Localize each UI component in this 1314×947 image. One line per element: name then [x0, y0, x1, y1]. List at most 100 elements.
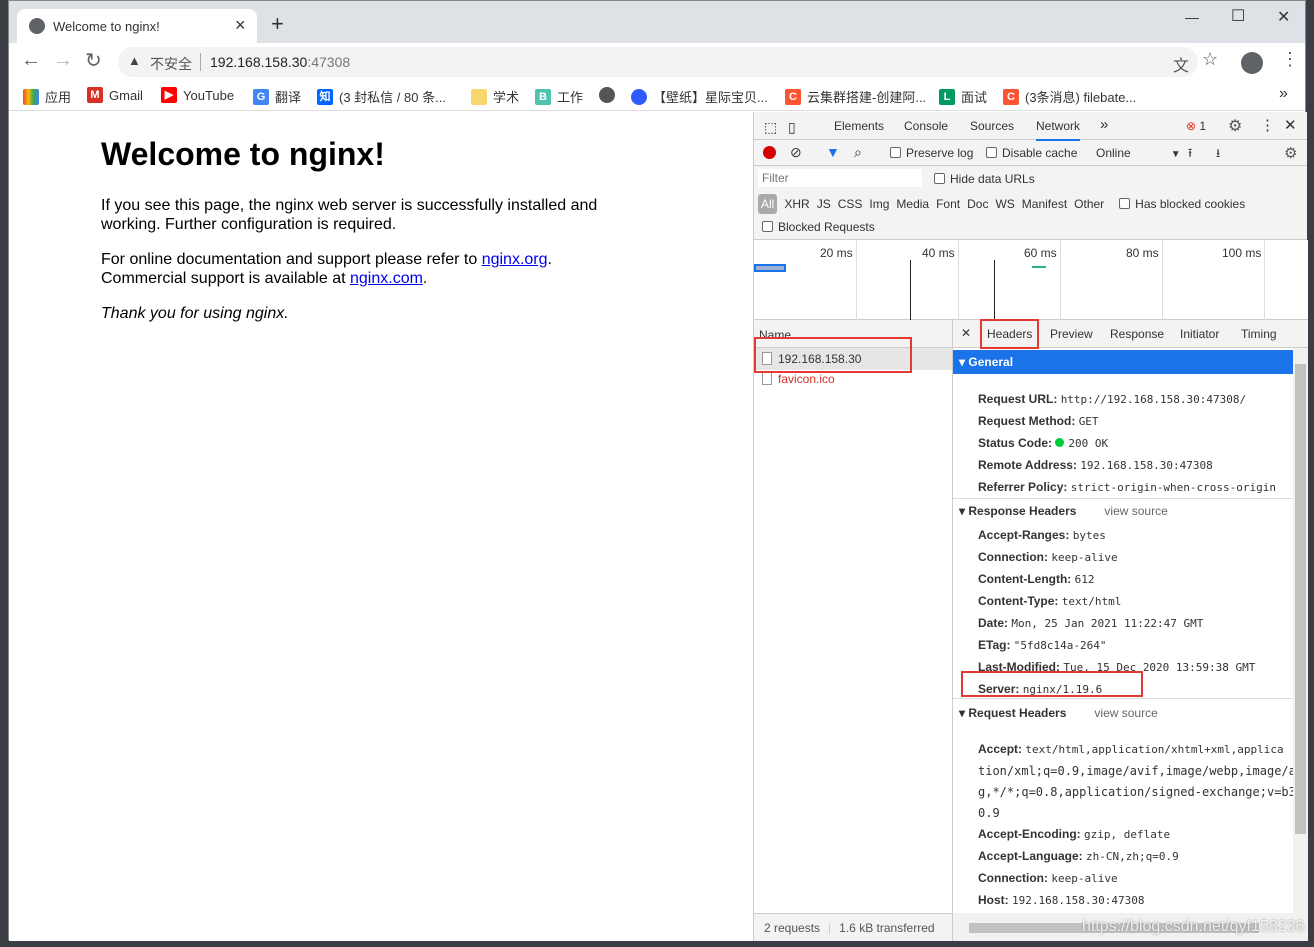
bookmark[interactable]: B 工作 [535, 87, 583, 106]
close-window-button[interactable]: ✕ [1277, 7, 1290, 27]
bookmark[interactable] [599, 87, 615, 103]
csdn-icon: C [1003, 88, 1019, 105]
view-source-link[interactable]: view source [1094, 706, 1157, 720]
network-settings-icon[interactable]: ⚙ [1284, 144, 1297, 162]
request-bar [1032, 266, 1046, 268]
type-media[interactable]: Media [896, 197, 929, 211]
bookmark[interactable]: 知 (3 封私信 / 80 条... [317, 87, 446, 106]
tab-response[interactable]: Response [1110, 327, 1164, 341]
reload-icon[interactable]: ↻ [85, 48, 102, 73]
bookmark[interactable]: 应用 [23, 87, 71, 106]
tab-timing[interactable]: Timing [1241, 327, 1277, 341]
hide-data-urls-checkbox[interactable]: Hide data URLs [934, 172, 1035, 186]
header-row: Accept-Encoding: gzip, deflate [978, 827, 1171, 841]
new-tab-button[interactable]: + [271, 11, 284, 37]
highlight-box [980, 319, 1039, 349]
nginx-com-link[interactable]: nginx.com [350, 270, 423, 287]
paragraph: If you see this page, the nginx web serv… [101, 197, 598, 233]
settings-icon[interactable]: ⚙ [1228, 116, 1242, 136]
tab-preview[interactable]: Preview [1050, 327, 1093, 341]
nginx-org-link[interactable]: nginx.org [482, 251, 548, 268]
type-manifest[interactable]: Manifest [1022, 197, 1067, 211]
bookmark[interactable]: G 翻译 [253, 87, 301, 106]
type-doc[interactable]: Doc [967, 197, 988, 211]
import-icon[interactable]: ⭱ [1188, 144, 1192, 165]
device-icon[interactable]: ▯ [788, 119, 796, 136]
tick-label: 60 ms [1024, 246, 1057, 260]
more-bookmarks-button[interactable]: » [1279, 85, 1288, 103]
bookmark[interactable]: L 面试 [939, 87, 987, 106]
header-row: Content-Length: 612 [978, 572, 1095, 586]
header-row: Date: Mon, 25 Jan 2021 11:22:47 GMT [978, 616, 1204, 630]
menu-icon[interactable]: ⋮ [1281, 49, 1299, 70]
address-bar[interactable]: ▲ 不安全 192.168.158.30:47308 文 [118, 47, 1198, 77]
bookmark[interactable]: M Gmail [87, 87, 143, 103]
header-row: Accept-Ranges: bytes [978, 528, 1106, 542]
bookmark[interactable]: ▶ YouTube [161, 87, 234, 103]
close-detail-icon[interactable]: ✕ [961, 326, 971, 340]
tab-sources[interactable]: Sources [970, 119, 1014, 133]
profile-avatar[interactable] [1241, 52, 1263, 74]
type-img[interactable]: Img [869, 197, 889, 211]
bookmark[interactable]: 【壁纸】星际宝贝... [631, 87, 768, 106]
tick-label: 80 ms [1126, 246, 1159, 260]
translate-icon[interactable]: 文 [1173, 52, 1189, 76]
browser-window: Welcome to nginx! × + — ☐ ✕ ← → ↻ ▲ 不安全 … [8, 0, 1308, 941]
tab-elements[interactable]: Elements [834, 119, 884, 133]
type-all[interactable]: All [758, 194, 778, 214]
devtools-panel: ⬚ ▯ Elements Console Sources Network » ⊗… [753, 112, 1308, 941]
document-icon [762, 372, 772, 385]
request-row[interactable]: favicon.ico [754, 370, 952, 392]
clear-icon[interactable]: ⊘ [790, 144, 802, 161]
response-headers-section-header[interactable]: ▾ Response Headers view source [959, 504, 1168, 518]
close-devtools-icon[interactable]: ✕ [1284, 116, 1297, 134]
close-tab-icon[interactable]: × [235, 15, 246, 36]
timeline-overview[interactable]: 20 ms 40 ms 60 ms 80 ms 100 ms [754, 240, 1308, 320]
throttle-select[interactable]: Online ▼ [1096, 146, 1181, 160]
forward-icon[interactable]: → [53, 49, 73, 72]
gmail-icon: M [87, 87, 103, 103]
view-source-link[interactable]: view source [1104, 504, 1167, 518]
type-css[interactable]: CSS [838, 197, 863, 211]
star-icon[interactable]: ☆ [1202, 49, 1218, 70]
kebab-menu-icon[interactable]: ⋮ [1260, 116, 1275, 134]
tab-network[interactable]: Network [1036, 119, 1081, 141]
type-other[interactable]: Other [1074, 197, 1104, 211]
more-tabs-button[interactable]: » [1100, 116, 1108, 133]
bookmark[interactable]: 学术 [471, 87, 519, 106]
tab-active[interactable]: Welcome to nginx! × [17, 9, 257, 43]
error-icon[interactable]: ⊗ 1 [1186, 119, 1206, 133]
highlight-box [961, 671, 1143, 697]
type-font[interactable]: Font [936, 197, 960, 211]
disable-cache-checkbox[interactable]: Disable cache [986, 146, 1077, 160]
blocked-requests-checkbox[interactable]: Blocked Requests [762, 220, 875, 234]
zhihu-icon: 知 [317, 88, 333, 105]
minimize-button[interactable]: — [1185, 9, 1199, 25]
preserve-log-checkbox[interactable]: Preserve log [890, 146, 973, 160]
globe-icon [599, 87, 615, 103]
general-section-header[interactable]: ▾ General [953, 350, 1293, 374]
record-icon[interactable] [763, 146, 776, 159]
has-blocked-cookies-checkbox[interactable]: Has blocked cookies [1119, 197, 1245, 211]
tab-initiator[interactable]: Initiator [1180, 327, 1219, 341]
vertical-scrollbar[interactable] [1293, 348, 1308, 913]
security-label[interactable]: 不安全 [150, 54, 192, 74]
inspect-icon[interactable]: ⬚ [764, 119, 777, 136]
filter-input[interactable] [758, 169, 922, 187]
maximize-button[interactable]: ☐ [1231, 6, 1245, 26]
filter-icon[interactable]: ▼ [826, 144, 840, 160]
tab-console[interactable]: Console [904, 119, 948, 133]
back-icon[interactable]: ← [21, 49, 41, 72]
request-headers-section-header[interactable]: ▾ Request Headers view source [959, 706, 1158, 720]
bookmark[interactable]: C 云集群搭建-创建阿... [785, 87, 926, 106]
watermark: https://blog.csdn.net/qyf158236 [1082, 918, 1305, 935]
type-xhr[interactable]: XHR [784, 197, 809, 211]
search-icon[interactable]: ⌕ [854, 144, 862, 161]
bookmark[interactable]: C (3条消息) filebate... [1003, 87, 1136, 106]
translate-icon: G [253, 88, 269, 105]
type-js[interactable]: JS [817, 197, 831, 211]
divider [200, 53, 201, 71]
type-ws[interactable]: WS [995, 197, 1014, 211]
export-icon[interactable]: ⭳ [1216, 144, 1220, 165]
headers-panel: ▾ General ▾ Response Headers view source … [953, 348, 1293, 913]
